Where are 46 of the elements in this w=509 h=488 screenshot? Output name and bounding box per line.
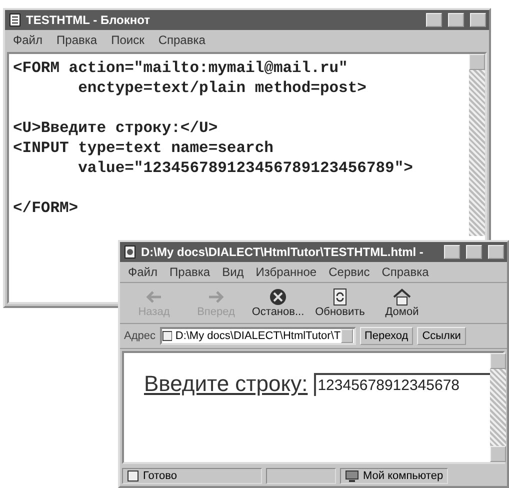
status-text: Готово <box>143 470 177 482</box>
dropdown-button[interactable] <box>340 329 354 343</box>
go-button[interactable]: Переход <box>360 327 414 345</box>
toolbar-button[interactable]: Обновить <box>310 286 370 320</box>
address-field[interactable]: D:\My docs\DIALECT\HtmlTutor\T <box>160 327 356 345</box>
status-pane <box>266 468 336 484</box>
close-button[interactable] <box>488 245 504 259</box>
stop-icon <box>267 288 289 306</box>
code-line: <U>Введите строку:</U> <box>13 118 219 138</box>
menu-item[interactable]: Правка <box>56 33 98 47</box>
menu-item[interactable]: Поиск <box>111 33 144 47</box>
menu-item[interactable]: Справка <box>382 265 429 279</box>
toolbar-button[interactable]: Домой <box>372 286 432 320</box>
menu-item[interactable]: Файл <box>128 265 158 279</box>
menu-item[interactable]: Справка <box>158 33 206 47</box>
scroll-up-button[interactable] <box>469 54 485 70</box>
code-line: enctype=text/plain method=post> <box>77 78 368 98</box>
menu-item[interactable]: Правка <box>170 265 210 279</box>
house-icon <box>391 288 413 306</box>
menu-item[interactable]: Избранное <box>256 265 317 279</box>
zone-text: Мой компьютер <box>363 470 444 482</box>
form-label: Введите строку: <box>144 371 308 397</box>
code-line: <INPUT type=text name=search <box>13 138 274 158</box>
code-line: <FORM action="mailto:mymail@mail.ru" <box>13 58 349 78</box>
window-title: D:\My docs\DIALECT\HtmlTutor\TESTHTML.html - <box>141 245 424 259</box>
minimize-button[interactable] <box>426 13 442 27</box>
page-icon <box>123 245 137 259</box>
input-field[interactable]: 12345678912345678 <box>314 373 490 396</box>
computer-icon <box>345 470 359 482</box>
address-label: Адрес <box>124 330 156 342</box>
maximize-button[interactable] <box>448 13 464 27</box>
notepad-icon <box>8 13 22 27</box>
scroll-bar[interactable] <box>490 353 506 462</box>
menu-item[interactable]: Файл <box>13 33 43 47</box>
page-icon <box>127 470 139 482</box>
menu-item[interactable]: Сервис <box>328 265 370 279</box>
links-button[interactable]: Ссылки <box>417 327 466 345</box>
maximize-button[interactable] <box>466 245 482 259</box>
code-line: value="123456789123456789123456789"> <box>77 158 414 178</box>
toolbar-button[interactable]: Останов... <box>248 286 308 320</box>
code-line: </FORM> <box>13 198 80 218</box>
menu-item[interactable]: Вид <box>222 265 244 279</box>
page-icon <box>162 330 172 342</box>
minimize-button[interactable] <box>444 245 460 259</box>
close-button[interactable] <box>470 13 486 27</box>
window-title: TESTHTML - Блокнот <box>26 13 152 27</box>
